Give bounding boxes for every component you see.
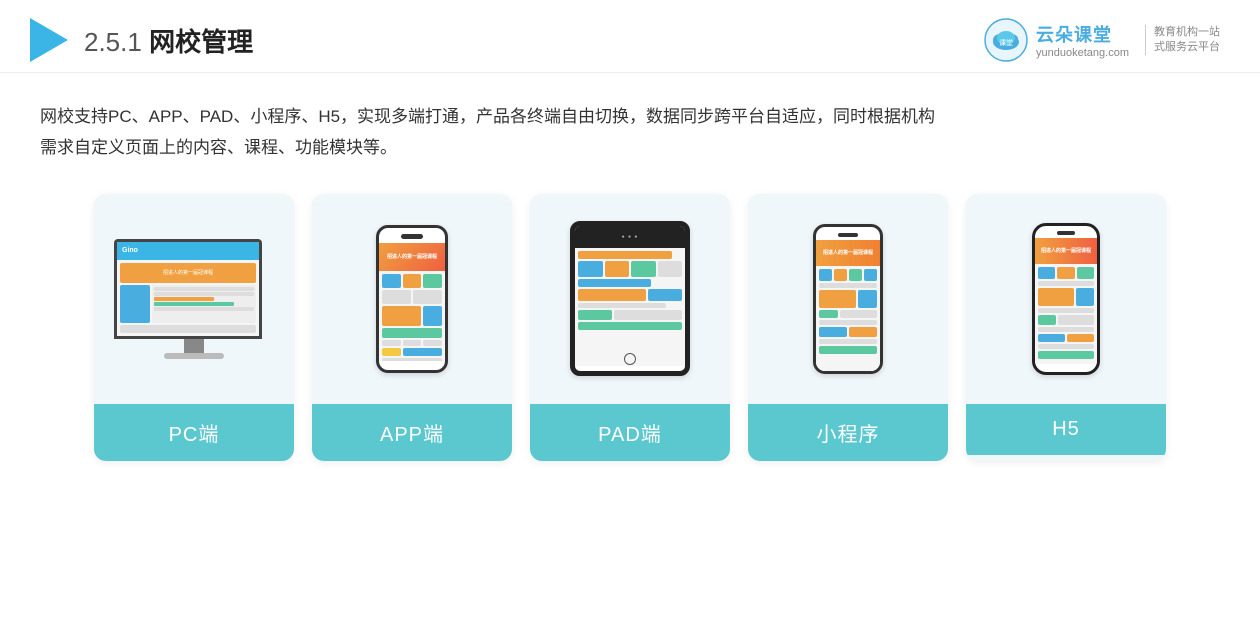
description-section: 网校支持PC、APP、PAD、小程序、H5，实现多端打通，产品各终端自由切换，数… — [0, 73, 1260, 174]
card-app-label: APP端 — [312, 404, 512, 461]
cards-section: Gino 招进人的第一届冠课程 — [0, 174, 1260, 491]
description-line1: 网校支持PC、APP、PAD、小程序、H5，实现多端打通，产品各终端自由切换，数… — [40, 101, 1220, 132]
card-app: 招进人的第一届冠课程 — [312, 194, 512, 461]
logo-triangle-icon — [30, 18, 68, 62]
card-h5-image: 招进人的第一届冠课程 — [966, 194, 1166, 404]
card-pc-label: PC端 — [94, 404, 294, 461]
phone-mini-body — [816, 266, 880, 374]
page-title-bold: 网校管理 — [149, 27, 253, 57]
phone-mini-mockup: 招进人的第一届冠课程 — [813, 224, 883, 374]
brand-url: yunduoketang.com — [1036, 47, 1129, 59]
phone-mini-header: 招进人的第一届冠课程 — [816, 240, 880, 266]
card-pad-label: PAD端 — [530, 404, 730, 461]
monitor-neck — [184, 339, 204, 353]
card-pc-image: Gino 招进人的第一届冠课程 — [94, 194, 294, 404]
page-title-prefix: 2.5.1 — [84, 27, 149, 57]
brand-text: 云朵课堂 yunduoketang.com — [1036, 21, 1129, 59]
card-pad: ● ● ● — [530, 194, 730, 461]
brand-slogan: 教育机构一站 式服务云平台 — [1145, 25, 1220, 56]
phone-app-screen: 招进人的第一届冠课程 — [379, 243, 445, 361]
card-app-image: 招进人的第一届冠课程 — [312, 194, 512, 404]
cloud-icon: 课堂 — [984, 18, 1028, 62]
monitor-screen: Gino 招进人的第一届冠课程 — [114, 239, 262, 339]
svg-text:课堂: 课堂 — [999, 38, 1013, 47]
card-h5-label: H5 — [966, 404, 1166, 455]
phone-app-top: 招进人的第一届冠课程 — [379, 243, 445, 271]
brand-name: 云朵课堂 — [1036, 21, 1112, 47]
header-left: 2.5.1 网校管理 — [30, 18, 253, 62]
monitor-mockup: Gino 招进人的第一届冠课程 — [114, 239, 274, 359]
tablet-screen-top: ● ● ● — [575, 226, 685, 248]
card-miniprogram-image: 招进人的第一届冠课程 — [748, 194, 948, 404]
phone-h5-mockup: 招进人的第一届冠课程 — [1032, 223, 1100, 375]
tablet-screen: ● ● ● — [575, 226, 685, 366]
description-line2: 需求自定义页面上的内容、课程、功能模块等。 — [40, 132, 1220, 163]
card-miniprogram: 招进人的第一届冠课程 — [748, 194, 948, 461]
tablet-mockup: ● ● ● — [570, 221, 690, 376]
card-pc: Gino 招进人的第一届冠课程 — [94, 194, 294, 461]
page-header: 2.5.1 网校管理 课堂 云朵课堂 yunduoketang.com 教育机构… — [0, 0, 1260, 73]
monitor-base — [164, 353, 224, 359]
page-title: 2.5.1 网校管理 — [84, 22, 253, 59]
tablet-screen-content — [575, 248, 685, 366]
phone-app-mockup: 招进人的第一届冠课程 — [376, 225, 448, 373]
brand-logo: 课堂 云朵课堂 yunduoketang.com 教育机构一站 式服务云平台 — [984, 18, 1220, 62]
phone-app-content — [379, 271, 445, 361]
card-miniprogram-label: 小程序 — [748, 404, 948, 461]
card-pad-image: ● ● ● — [530, 194, 730, 404]
phone-h5-screen: 招进人的第一届冠课程 — [1035, 238, 1097, 364]
card-h5: 招进人的第一届冠课程 — [966, 194, 1166, 461]
